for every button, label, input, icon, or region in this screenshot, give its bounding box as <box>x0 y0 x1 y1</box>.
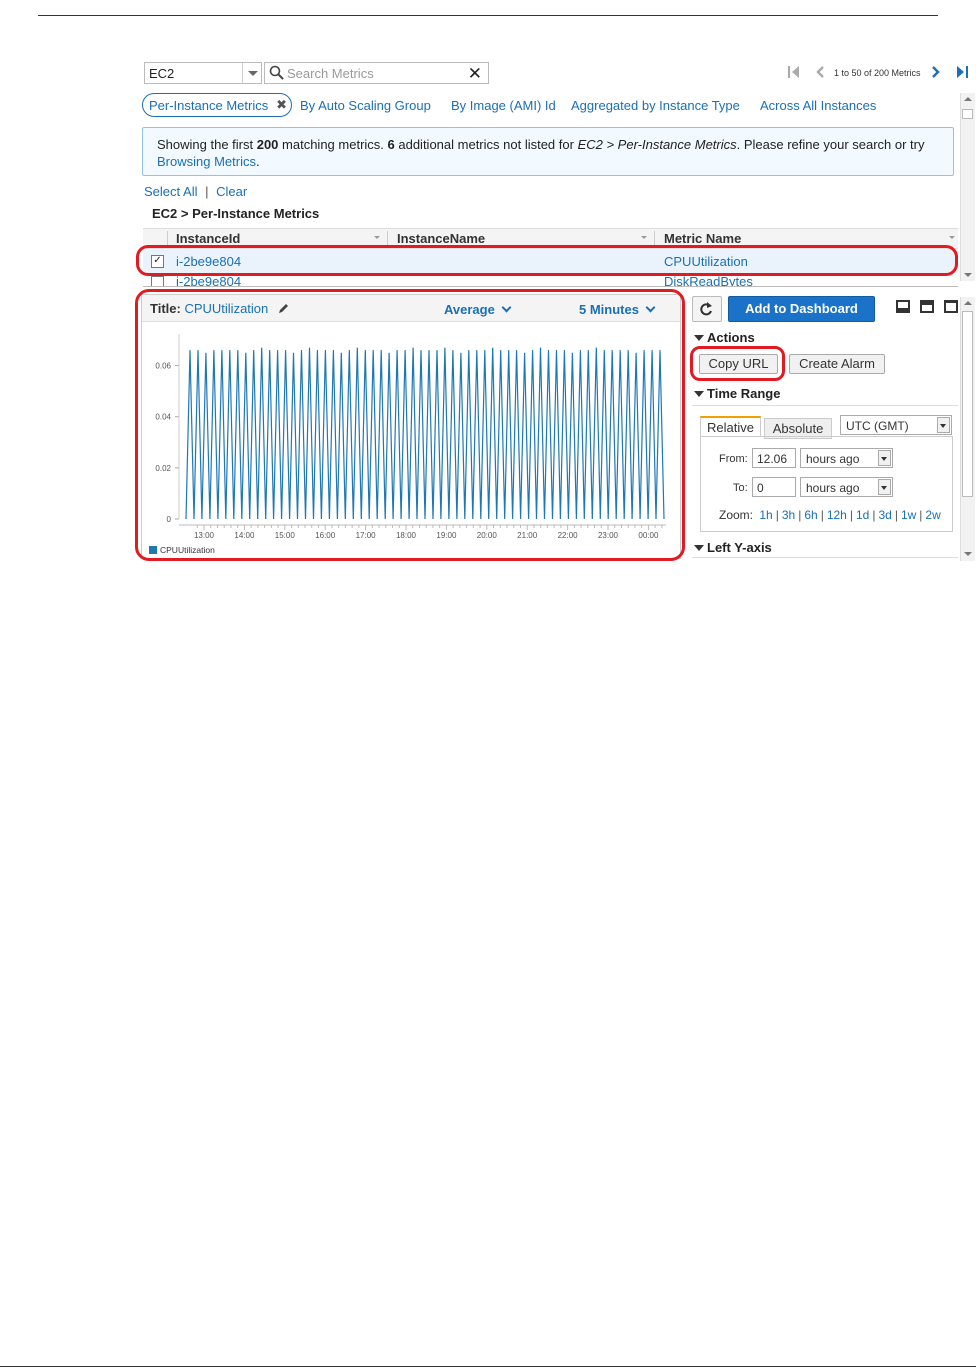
from-label: From: <box>719 453 748 465</box>
tab-by-image-ami-id[interactable]: By Image (AMI) Id <box>451 98 556 113</box>
metric-name-link[interactable]: DiskReadBytes <box>664 276 753 286</box>
zoom-3h[interactable]: 3h <box>782 508 795 522</box>
column-metric-name[interactable]: Metric Name <box>664 231 741 246</box>
tab-label: Per-Instance Metrics <box>149 98 269 113</box>
info-link-line: Browsing Metrics. <box>157 154 260 169</box>
to-label: To: <box>733 482 748 494</box>
add-to-dashboard-button[interactable]: Add to Dashboard <box>728 296 875 322</box>
search-placeholder: Search Metrics <box>287 66 374 81</box>
chevron-down-icon[interactable] <box>937 417 950 433</box>
clear-link[interactable]: Clear <box>216 184 247 199</box>
row-checkbox[interactable] <box>151 276 164 286</box>
zoom-label: Zoom: <box>719 508 754 522</box>
column-instance-name[interactable]: InstanceName <box>397 231 485 246</box>
highlight-graph <box>135 289 685 561</box>
options-scrollbar[interactable] <box>960 297 975 561</box>
search-icon <box>269 65 285 86</box>
splitter[interactable] <box>143 286 958 287</box>
refresh-button[interactable] <box>692 296 722 322</box>
sort-icon[interactable] <box>949 236 955 239</box>
zoom-12h[interactable]: 12h <box>827 508 847 522</box>
table-row[interactable]: i-2be9e804 DiskReadBytes <box>143 276 958 286</box>
to-value-input[interactable]: 0 <box>752 477 796 497</box>
from-unit-select[interactable]: hours ago <box>800 448 893 468</box>
tab-per-instance-metrics[interactable]: Per-Instance Metrics ✖ <box>142 93 292 117</box>
clear-search-icon[interactable]: ✕ <box>468 64 482 84</box>
tab-by-auto-scaling-group[interactable]: By Auto Scaling Group <box>300 98 431 113</box>
zoom-6h[interactable]: 6h <box>804 508 817 522</box>
scroll-thumb[interactable] <box>962 109 973 119</box>
zoom-2w[interactable]: 2w <box>925 508 940 522</box>
sort-icon[interactable] <box>374 236 380 239</box>
page-top-rule <box>38 15 938 16</box>
chevron-down-icon[interactable] <box>242 63 261 83</box>
scroll-thumb[interactable] <box>962 311 973 497</box>
select-all-link[interactable]: Select All <box>144 184 197 199</box>
chevron-down-icon[interactable] <box>878 450 891 466</box>
page-bottom-rule <box>0 1366 976 1367</box>
sort-icon[interactable] <box>641 236 647 239</box>
search-input[interactable]: Search Metrics ✕ <box>264 62 489 84</box>
left-y-axis-section-title[interactable]: Left Y-axis <box>694 540 772 555</box>
actions-section-title[interactable]: Actions <box>694 330 755 345</box>
create-alarm-button[interactable]: Create Alarm <box>789 354 885 374</box>
namespace-value: EC2 <box>149 66 175 81</box>
to-unit-select[interactable]: hours ago <box>800 477 893 497</box>
column-instance-id[interactable]: InstanceId <box>176 231 240 246</box>
selection-controls: Select All | Clear <box>144 184 248 199</box>
refresh-icon <box>700 302 712 316</box>
highlight-copy-url <box>690 346 785 381</box>
tab-across-all-instances[interactable]: Across All Instances <box>760 98 876 113</box>
scroll-down-icon[interactable] <box>961 548 975 560</box>
scroll-up-icon[interactable] <box>961 93 975 105</box>
first-page-icon[interactable] <box>786 65 802 84</box>
info-message: Showing the first 200 matching metrics. … <box>142 127 954 176</box>
scroll-up-icon[interactable] <box>961 297 975 309</box>
highlight-selected-row <box>136 245 958 276</box>
zoom-controls: Zoom: 1h | 3h | 6h | 12h | 1d | 3d | 1w | 2w <box>719 508 941 522</box>
zoom-1d[interactable]: 1d <box>856 508 869 522</box>
namespace-combobox[interactable]: EC2 <box>144 62 262 84</box>
zoom-1h[interactable]: 1h <box>759 508 772 522</box>
browsing-metrics-link[interactable]: Browsing Metrics <box>157 154 256 169</box>
zoom-3d[interactable]: 3d <box>878 508 891 522</box>
close-icon[interactable]: ✖ <box>276 97 287 113</box>
metrics-scrollbar[interactable] <box>960 93 975 281</box>
chevron-down-icon[interactable] <box>878 479 891 495</box>
layout-top-icon[interactable] <box>920 300 934 313</box>
tab-aggregated-by-instance-type[interactable]: Aggregated by Instance Type <box>571 98 740 113</box>
zoom-1w[interactable]: 1w <box>901 508 916 522</box>
next-page-icon[interactable] <box>930 65 942 84</box>
info-line: Showing the first 200 matching metrics. … <box>157 137 925 152</box>
scroll-down-icon[interactable] <box>961 269 975 281</box>
tab-relative[interactable]: Relative <box>700 416 761 437</box>
maximize-icon[interactable] <box>944 300 958 313</box>
previous-page-icon[interactable] <box>814 65 826 84</box>
pager-text: 1 to 50 of 200 Metrics <box>834 68 921 78</box>
layout-bottom-icon[interactable] <box>896 300 910 313</box>
from-value-input[interactable]: 12.06 <box>752 448 796 468</box>
instance-id-link[interactable]: i-2be9e804 <box>176 276 241 286</box>
breadcrumb: EC2 > Per-Instance Metrics <box>152 206 320 221</box>
time-range-section-title[interactable]: Time Range <box>694 386 780 401</box>
last-page-icon[interactable] <box>954 65 970 84</box>
timezone-select[interactable]: UTC (GMT) <box>840 415 952 435</box>
